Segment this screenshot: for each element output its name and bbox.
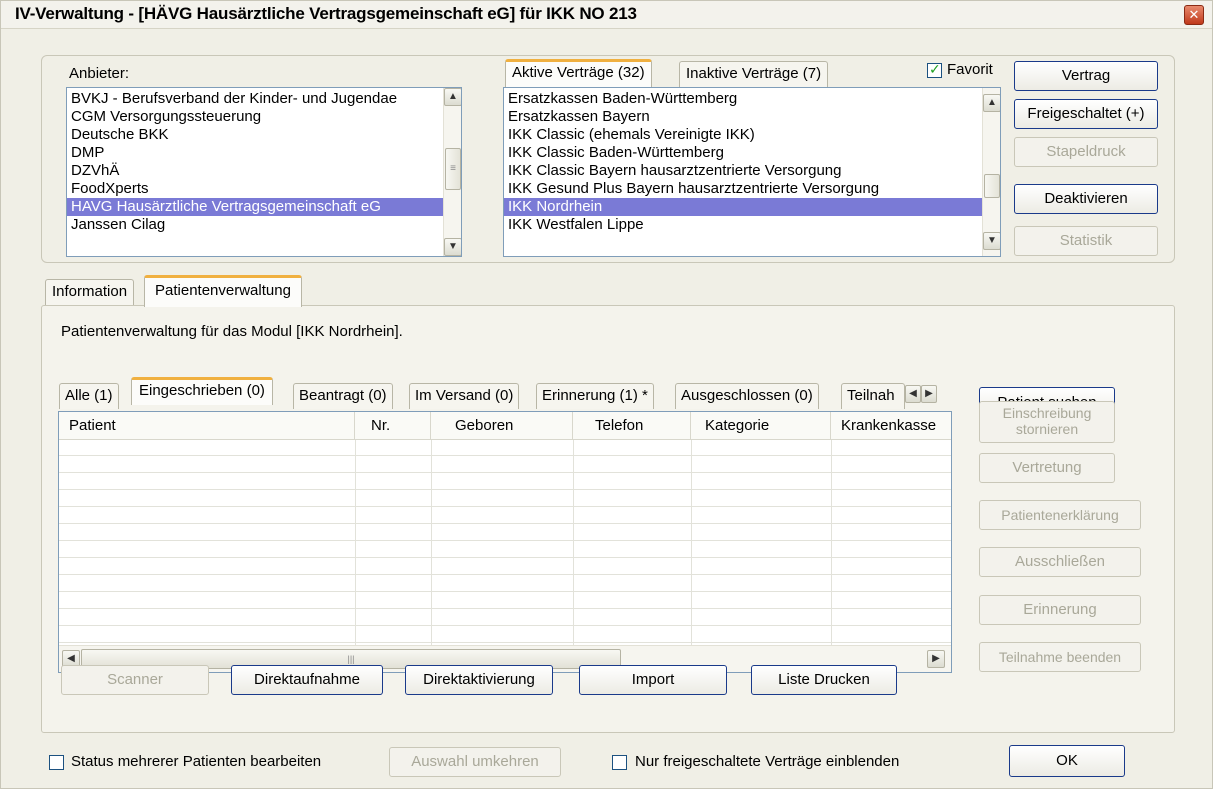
- list-item[interactable]: IKK Classic (ehemals Vereinigte IKK): [504, 126, 982, 144]
- scroll-down-icon[interactable]: ▼: [983, 232, 1000, 250]
- provider-label: Anbieter:: [69, 65, 130, 82]
- direktaufnahme-button[interactable]: Direktaufnahme: [231, 665, 383, 695]
- scroll-right-icon[interactable]: ▶: [927, 650, 945, 668]
- column-header-nr[interactable]: Nr.: [355, 412, 431, 440]
- contract-list[interactable]: Ersatzkassen Baden-Württemberg Ersatzkas…: [503, 87, 1001, 257]
- vertrag-button[interactable]: Vertrag: [1014, 61, 1158, 91]
- status-mehrerer-label: Status mehrerer Patienten bearbeiten: [71, 753, 322, 770]
- patient-table[interactable]: Patient Nr. Geboren Telefon Kategorie Kr…: [58, 411, 952, 673]
- ok-button[interactable]: OK: [1009, 745, 1125, 777]
- table-row[interactable]: [59, 457, 951, 473]
- erinnerung-button[interactable]: Erinnerung: [979, 595, 1141, 625]
- column-header-geboren[interactable]: Geboren: [431, 412, 573, 440]
- tab-active-contracts[interactable]: Aktive Verträge (32): [505, 59, 652, 87]
- vertretung-button[interactable]: Vertretung: [979, 453, 1115, 483]
- stapeldruck-button[interactable]: Stapeldruck: [1014, 137, 1158, 167]
- table-row[interactable]: [59, 474, 951, 490]
- scanner-button[interactable]: Scanner: [61, 665, 209, 695]
- tab-inactive-contracts[interactable]: Inaktive Verträge (7): [679, 61, 829, 87]
- patientenerklaerung-button[interactable]: Patientenerklärung: [979, 500, 1141, 530]
- list-item[interactable]: FoodXperts: [67, 180, 443, 198]
- tab-patientenverwaltung[interactable]: Patientenverwaltung: [144, 275, 302, 307]
- table-row[interactable]: [59, 525, 951, 541]
- contract-scrollbar[interactable]: ▲ ▼: [982, 88, 1000, 256]
- list-item[interactable]: Janssen Cilag: [67, 216, 443, 234]
- einschreibung-label-line2: stornieren: [1015, 421, 1079, 437]
- ausschliessen-button[interactable]: Ausschließen: [979, 547, 1141, 577]
- tab-scroll-right-icon[interactable]: ▶: [921, 385, 937, 403]
- tab-alle[interactable]: Alle (1): [59, 383, 119, 409]
- scroll-down-icon[interactable]: ▼: [444, 238, 461, 256]
- table-row[interactable]: [59, 627, 951, 643]
- list-item[interactable]: IKK Gesund Plus Bayern hausarztzentriert…: [504, 180, 982, 198]
- list-item-selected[interactable]: IKK Nordrhein: [504, 198, 982, 216]
- list-item[interactable]: Deutsche BKK: [67, 126, 443, 144]
- tab-information[interactable]: Information: [45, 279, 135, 305]
- tab-scroll-left-icon[interactable]: ◀: [905, 385, 921, 403]
- freigeschaltet-button[interactable]: Freigeschaltet (+): [1014, 99, 1158, 129]
- window-title: IV-Verwaltung - [HÄVG Hausärztliche Vert…: [15, 4, 637, 23]
- table-row[interactable]: [59, 542, 951, 558]
- column-header-krankenkasse[interactable]: Krankenkasse: [831, 412, 951, 440]
- tab-erinnerung[interactable]: Erinnerung (1) *: [536, 383, 654, 409]
- scroll-up-icon[interactable]: ▲: [444, 88, 461, 106]
- tab-teilnahme[interactable]: Teilnah: [841, 383, 905, 409]
- list-item[interactable]: IKK Westfalen Lippe: [504, 216, 982, 234]
- close-icon[interactable]: ✕: [1184, 5, 1204, 25]
- scroll-up-icon[interactable]: ▲: [983, 94, 1000, 112]
- table-row[interactable]: [59, 440, 951, 456]
- table-row[interactable]: [59, 491, 951, 507]
- tab-im-versand[interactable]: Im Versand (0): [409, 383, 520, 409]
- list-item[interactable]: Ersatzkassen Baden-Württemberg: [504, 90, 982, 108]
- column-header-telefon[interactable]: Telefon: [573, 412, 691, 440]
- direktaktivierung-button[interactable]: Direktaktivierung: [405, 665, 553, 695]
- provider-scrollbar[interactable]: ▲ ≡ ▼: [443, 88, 461, 256]
- auswahl-umkehren-button[interactable]: Auswahl umkehren: [389, 747, 561, 777]
- column-header-kategorie[interactable]: Kategorie: [691, 412, 831, 440]
- tab-ausgeschlossen[interactable]: Ausgeschlossen (0): [675, 383, 819, 409]
- table-row[interactable]: [59, 610, 951, 626]
- einschreibung-stornieren-button[interactable]: Einschreibung stornieren: [979, 401, 1115, 443]
- list-item[interactable]: CGM Versorgungssteuerung: [67, 108, 443, 126]
- nur-freigeschaltete-checkbox[interactable]: [612, 755, 627, 770]
- liste-drucken-button[interactable]: Liste Drucken: [751, 665, 897, 695]
- import-button[interactable]: Import: [579, 665, 727, 695]
- list-item[interactable]: DMP: [67, 144, 443, 162]
- table-row[interactable]: [59, 559, 951, 575]
- status-mehrerer-checkbox[interactable]: [49, 755, 64, 770]
- scroll-thumb[interactable]: ≡: [445, 148, 461, 190]
- teilnahme-beenden-button[interactable]: Teilnahme beenden: [979, 642, 1141, 672]
- provider-list[interactable]: BVKJ - Berufsverband der Kinder- und Jug…: [66, 87, 462, 257]
- list-item[interactable]: IKK Classic Bayern hausarztzentrierte Ve…: [504, 162, 982, 180]
- favorit-label: Favorit: [947, 61, 993, 78]
- dialog-window: IV-Verwaltung - [HÄVG Hausärztliche Vert…: [0, 0, 1213, 789]
- statistik-button[interactable]: Statistik: [1014, 226, 1158, 256]
- panel-heading: Patientenverwaltung für das Modul [IKK N…: [61, 323, 403, 340]
- title-bar: IV-Verwaltung - [HÄVG Hausärztliche Vert…: [1, 1, 1212, 29]
- favorit-checkbox[interactable]: [927, 61, 942, 78]
- table-row[interactable]: [59, 508, 951, 524]
- tab-beantragt[interactable]: Beantragt (0): [293, 383, 393, 409]
- nur-freigeschaltete-label: Nur freigeschaltete Verträge einblenden: [635, 753, 900, 770]
- scroll-thumb[interactable]: [984, 174, 1000, 198]
- list-item[interactable]: Ersatzkassen Bayern: [504, 108, 982, 126]
- table-row[interactable]: [59, 593, 951, 609]
- deaktivieren-button[interactable]: Deaktivieren: [1014, 184, 1158, 214]
- tab-eingeschrieben[interactable]: Eingeschrieben (0): [131, 377, 273, 405]
- list-item-selected[interactable]: HAVG Hausärztliche Vertragsgemeinschaft …: [67, 198, 443, 216]
- list-item[interactable]: DZVhÄ: [67, 162, 443, 180]
- list-item[interactable]: BVKJ - Berufsverband der Kinder- und Jug…: [67, 90, 443, 108]
- column-header-patient[interactable]: Patient: [59, 412, 355, 440]
- table-row[interactable]: [59, 576, 951, 592]
- einschreibung-label-line1: Einschreibung: [1002, 405, 1092, 421]
- list-item[interactable]: IKK Classic Baden-Württemberg: [504, 144, 982, 162]
